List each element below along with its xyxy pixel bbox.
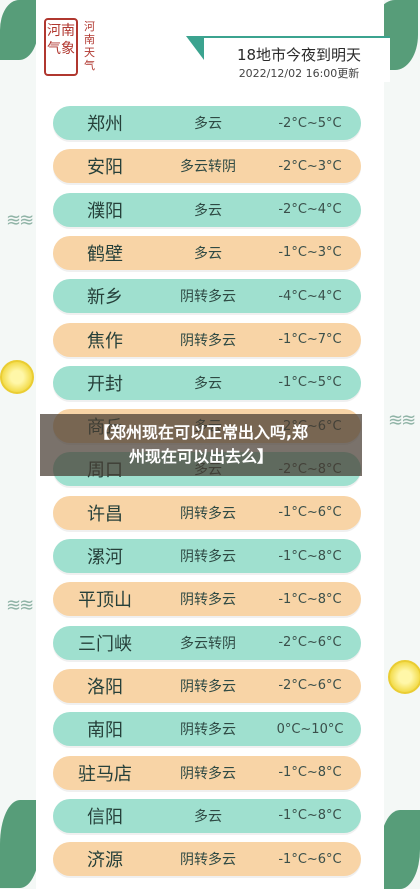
city-name: 鹤壁 (87, 243, 123, 265)
weather-condition: 多云 (194, 375, 222, 392)
city-name: 濮阳 (87, 200, 123, 222)
forecast-row: 新乡 阴转多云 -4°C~4°C (53, 279, 361, 314)
temperature-range: -2°C~6°C (278, 678, 342, 694)
forecast-row: 三门峡 多云转阴 -2°C~6°C (53, 625, 361, 660)
forecast-row: 南阳 阴转多云 0°C~10°C (53, 712, 361, 747)
temperature-range: -1°C~7°C (278, 332, 342, 347)
logo-text: 河南天气 (84, 20, 95, 72)
wave-icon: ≋≋ (6, 595, 34, 616)
city-name: 安阳 (87, 157, 123, 179)
palm-leaf-icon (380, 810, 420, 889)
temperature-range: -1°C~8°C (278, 765, 342, 780)
temperature-range: -2°C~6°C (278, 635, 342, 651)
lemon-icon (388, 660, 420, 694)
forecast-row: 平顶山 阴转多云 -1°C~8°C (53, 582, 361, 617)
temperature-range: -1°C~8°C (278, 548, 342, 564)
caption-line-2: 州现在可以出去么】 (128, 447, 273, 466)
palm-leaf-icon (0, 0, 38, 60)
weather-condition: 多云 (194, 116, 222, 132)
wave-icon: ≋≋ (6, 210, 34, 231)
forecast-row: 驻马店 阴转多云 -1°C~8°C (53, 755, 361, 790)
temperature-range: -1°C~5°C (278, 375, 342, 391)
forecast-row: 鹤壁 多云 -1°C~3°C (53, 235, 361, 270)
city-name: 开封 (87, 373, 123, 395)
temperature-range: -1°C~6°C (278, 505, 342, 521)
temperature-range: -1°C~8°C (278, 591, 342, 607)
city-name: 三门峡 (78, 633, 132, 655)
lemon-icon (0, 360, 34, 394)
caption-overlay: 【郑州现在可以正常出入吗,郑 州现在可以出去么】 (40, 414, 362, 476)
weather-condition: 阴转多云 (180, 765, 236, 782)
city-name: 新乡 (87, 287, 123, 309)
weather-condition: 阴转多云 (180, 505, 236, 522)
forecast-row: 信阳 多云 -1°C~8°C (53, 798, 361, 833)
forecast-row: 焦作 阴转多云 -1°C~7°C (53, 322, 361, 357)
temperature-range: -2°C~3°C (278, 158, 342, 174)
weather-condition: 多云转阴 (180, 159, 236, 176)
logo: 河南气象 河南天气 (44, 18, 108, 78)
city-name: 漯河 (87, 547, 123, 568)
city-name: 驻马店 (78, 763, 132, 785)
city-name: 平顶山 (78, 590, 132, 612)
city-name: 济源 (87, 850, 123, 872)
left-decoration (0, 0, 40, 889)
forecast-row: 漯河 阴转多云 -1°C~8°C (53, 539, 361, 573)
temperature-range: -1°C~3°C (278, 245, 342, 261)
weather-condition: 阴转多云 (180, 678, 236, 695)
weather-condition: 多云 (194, 808, 222, 825)
weather-condition: 阴转多云 (180, 332, 236, 349)
update-time: 2022/12/02 16:00更新 (238, 67, 360, 80)
header-banner: 18地市今夜到明天 2022/12/02 16:00更新 (186, 36, 390, 82)
temperature-range: -4°C~4°C (278, 288, 342, 304)
weather-condition: 多云转阴 (180, 635, 236, 652)
forecast-row: 洛阳 阴转多云 -2°C~6°C (53, 668, 361, 703)
wave-icon: ≋≋ (388, 410, 416, 431)
forecast-row: 郑州 多云 -2°C~5°C (53, 106, 361, 140)
right-decoration (380, 0, 420, 889)
temperature-range: -2°C~4°C (278, 202, 342, 218)
weather-condition: 阴转多云 (180, 722, 236, 739)
weather-condition: 多云 (194, 202, 222, 219)
forecast-row: 济源 阴转多云 -1°C~6°C (53, 842, 361, 877)
forecast-row: 濮阳 多云 -2°C~4°C (53, 192, 361, 227)
forecast-row: 许昌 阴转多云 -1°C~6°C (53, 495, 361, 530)
weather-condition: 多云 (194, 245, 222, 262)
city-name: 许昌 (87, 503, 123, 525)
logo-seal: 河南气象 (44, 18, 78, 76)
weather-condition: 阴转多云 (180, 852, 236, 869)
caption-line-1: 【郑州现在可以正常出入吗,郑 (93, 423, 309, 442)
temperature-range: -2°C~5°C (278, 115, 342, 131)
city-name: 洛阳 (87, 676, 123, 698)
city-name: 信阳 (87, 806, 123, 828)
banner-title: 18地市今夜到明天 (236, 46, 362, 64)
weather-condition: 阴转多云 (180, 549, 236, 565)
forecast-row: 开封 多云 -1°C~5°C (53, 365, 361, 400)
palm-leaf-icon (0, 800, 40, 888)
temperature-range: 0°C~10°C (276, 721, 344, 737)
weather-condition: 阴转多云 (180, 289, 236, 306)
temperature-range: -1°C~6°C (278, 851, 342, 867)
temperature-range: -1°C~8°C (278, 808, 342, 824)
weather-condition: 阴转多云 (180, 592, 236, 609)
forecast-row: 安阳 多云转阴 -2°C~3°C (53, 149, 361, 184)
city-name: 郑州 (87, 114, 123, 135)
city-name: 南阳 (87, 720, 123, 742)
city-name: 焦作 (87, 330, 123, 352)
